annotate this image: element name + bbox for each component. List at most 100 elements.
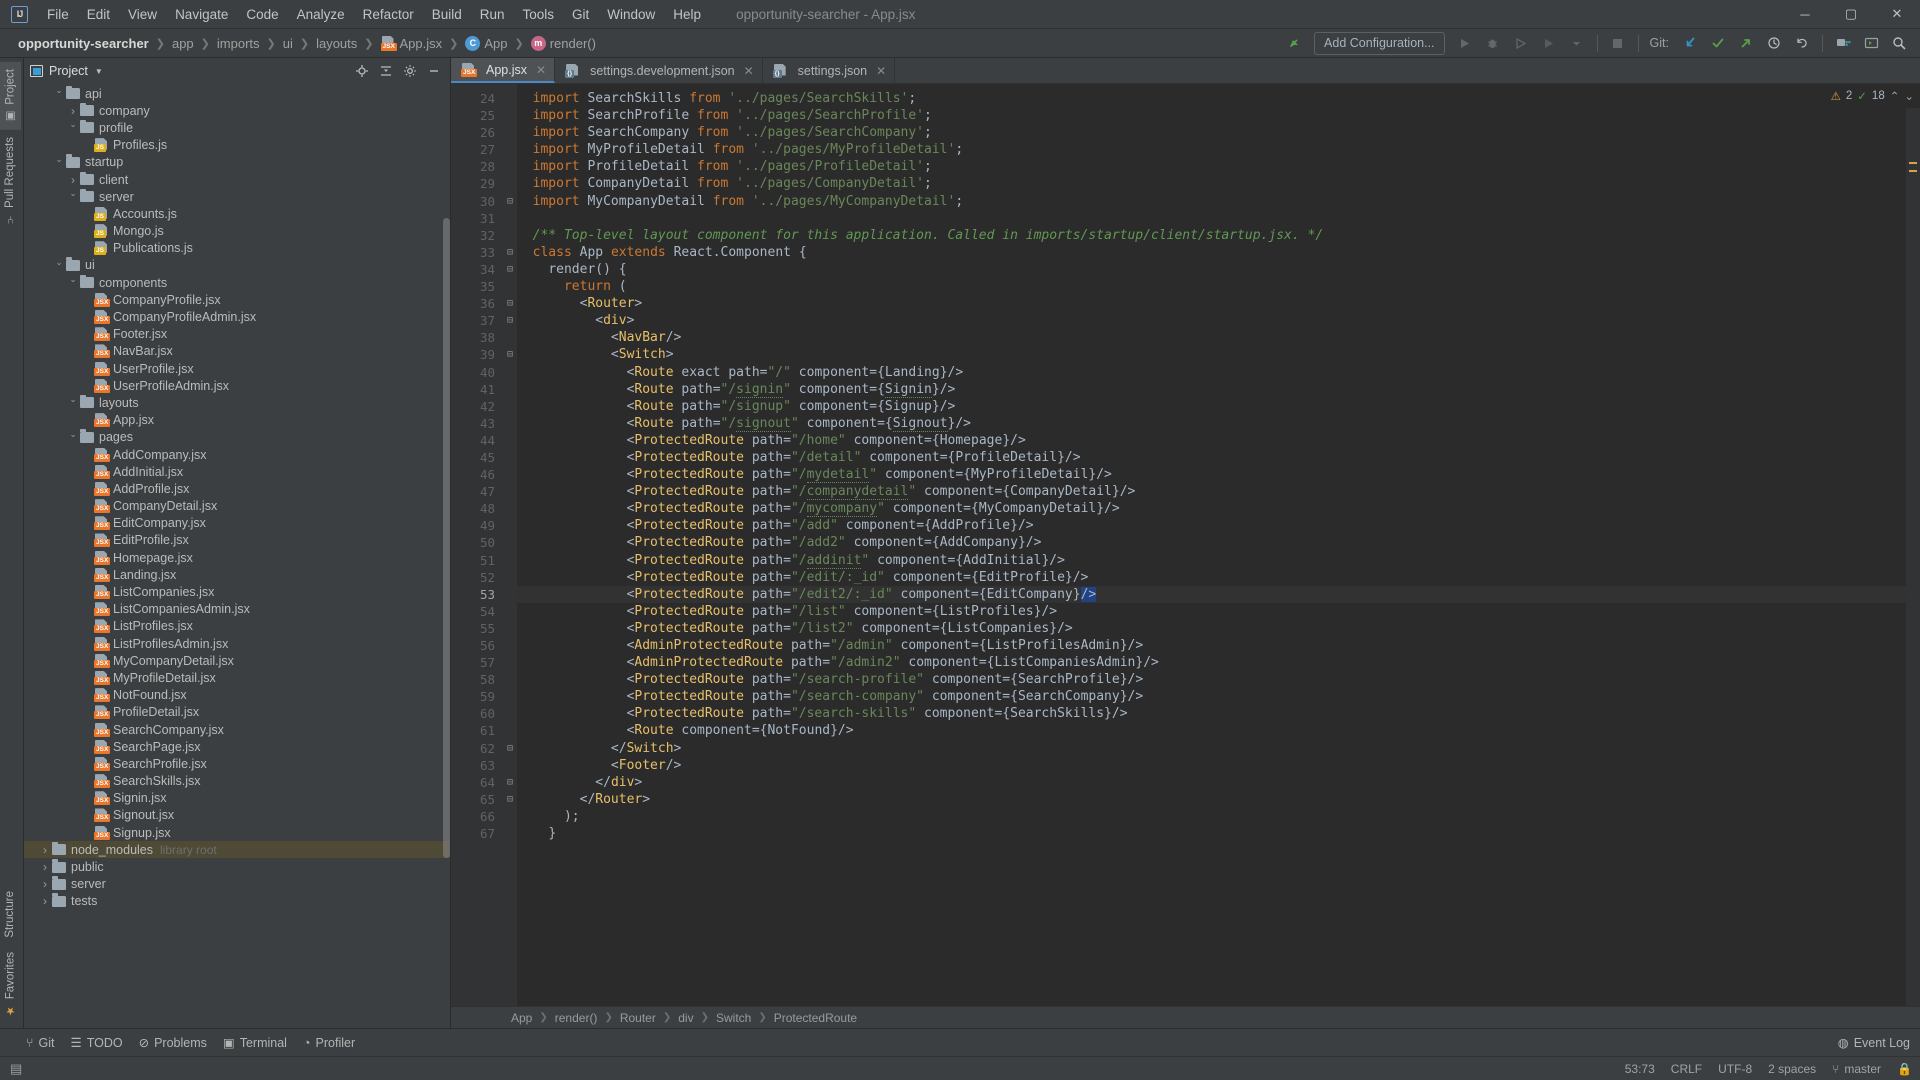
code-line[interactable]: <Route path="/signup" component={Signup}… <box>517 398 1906 415</box>
code-line[interactable]: <ProtectedRoute path="/search-company" c… <box>517 688 1906 705</box>
chevron-right-icon[interactable] <box>38 877 52 891</box>
sidebar-tab-structure[interactable]: Structure <box>0 884 20 945</box>
tree-node-listcompanies-jsx[interactable]: JSX ListCompanies.jsx <box>24 583 450 600</box>
tree-node-userprofileadmin-jsx[interactable]: JSX UserProfileAdmin.jsx <box>24 377 450 394</box>
fold-marker-icon[interactable]: ⊟ <box>503 244 517 261</box>
menu-window[interactable]: Window <box>598 3 664 26</box>
profile-icon[interactable] <box>1536 31 1562 55</box>
close-tab-icon[interactable]: ✕ <box>876 64 886 78</box>
breadcrumb-layouts[interactable]: layouts <box>316 36 357 51</box>
fold-marker-icon[interactable]: ⊟ <box>503 346 517 363</box>
chevron-right-icon[interactable] <box>38 894 52 908</box>
code-line[interactable]: <ProtectedRoute path="/edit2/:_id" compo… <box>517 585 1906 603</box>
tree-node-profiles-js[interactable]: JS Profiles.js <box>24 137 450 154</box>
editor-breadcrumb-item[interactable]: render() <box>555 1011 598 1025</box>
tree-node-homepage-jsx[interactable]: JSX Homepage.jsx <box>24 549 450 566</box>
add-configuration-button[interactable]: Add Configuration... <box>1314 31 1445 55</box>
tree-node-server[interactable]: server <box>24 188 450 205</box>
tree-node-myprofiledetail-jsx[interactable]: JSX MyProfileDetail.jsx <box>24 669 450 686</box>
hide-panel-icon[interactable] <box>423 61 444 82</box>
code-folding-strip[interactable]: ⊟ ⊟ ⊟ ⊟ ⊟ ⊟ ⊟ ⊟ ⊟ <box>503 84 517 1006</box>
close-tab-icon[interactable]: ✕ <box>536 63 546 77</box>
chevron-down-icon[interactable] <box>66 397 80 408</box>
tree-node-publications-js[interactable]: JS Publications.js <box>24 240 450 257</box>
fold-marker-icon[interactable]: ⊟ <box>503 261 517 278</box>
tool-window-git[interactable]: ⑂ Git <box>26 1036 55 1050</box>
code-line[interactable]: import CompanyDetail from '../pages/Comp… <box>517 175 1906 192</box>
close-tab-icon[interactable]: ✕ <box>744 64 754 78</box>
menu-analyze[interactable]: Analyze <box>288 3 354 26</box>
menu-edit[interactable]: Edit <box>78 3 119 26</box>
tree-node-companydetail-jsx[interactable]: JSX CompanyDetail.jsx <box>24 498 450 515</box>
sidebar-tab-pull-requests[interactable]: ⑂ Pull Requests <box>0 130 20 231</box>
code-line[interactable]: class App extends React.Component { <box>517 244 1906 261</box>
code-line[interactable]: import SearchCompany from '../pages/Sear… <box>517 124 1906 141</box>
project-structure-icon[interactable] <box>1830 31 1856 55</box>
tree-node-profiledetail-jsx[interactable]: JSX ProfileDetail.jsx <box>24 704 450 721</box>
inspection-widget[interactable]: ⚠ 2 ✓ 18 ⌃ ⌄ <box>1830 84 1920 108</box>
tree-node-addprofile-jsx[interactable]: JSX AddProfile.jsx <box>24 480 450 497</box>
tree-node-accounts-js[interactable]: JS Accounts.js <box>24 205 450 222</box>
tree-node-userprofile-jsx[interactable]: JSX UserProfile.jsx <box>24 360 450 377</box>
tree-node-editprofile-jsx[interactable]: JSX EditProfile.jsx <box>24 532 450 549</box>
fold-marker-icon[interactable]: ⊟ <box>503 295 517 312</box>
editor-tab-app-jsx[interactable]: JSX App.jsx ✕ <box>451 58 556 83</box>
fold-marker-icon[interactable]: ⊟ <box>503 740 517 757</box>
git-branch-widget[interactable]: ⑂ master <box>1832 1062 1881 1076</box>
code-line[interactable]: <ProtectedRoute path="/add2" component={… <box>517 534 1906 551</box>
code-line[interactable]: import ProfileDetail from '../pages/Prof… <box>517 158 1906 175</box>
sidebar-tab-favorites[interactable]: ★ Favorites <box>0 945 21 1024</box>
build-icon[interactable] <box>1858 31 1884 55</box>
code-line[interactable]: <Footer/> <box>517 757 1906 774</box>
tree-node-signup-jsx[interactable]: JSX Signup.jsx <box>24 824 450 841</box>
tree-node-layouts[interactable]: layouts <box>24 394 450 411</box>
search-everywhere-icon[interactable] <box>1886 31 1912 55</box>
code-line[interactable]: </Router> <box>517 791 1906 808</box>
pointer-icon[interactable] <box>1281 31 1307 55</box>
code-line[interactable]: <ProtectedRoute path="/add" component={A… <box>517 517 1906 534</box>
code-line[interactable]: <ProtectedRoute path="/list" component={… <box>517 603 1906 620</box>
tool-window-profiler[interactable]: ◔ Profiler <box>303 1036 355 1050</box>
code-line[interactable]: <Route path="/signout" component={Signou… <box>517 415 1906 432</box>
editor-tab-settings-development-json[interactable]: {} settings.development.json ✕ <box>555 58 763 83</box>
tree-node-addinitial-jsx[interactable]: JSX AddInitial.jsx <box>24 463 450 480</box>
chevron-down-icon[interactable] <box>1564 31 1590 55</box>
chevron-right-icon[interactable] <box>38 843 52 857</box>
update-project-icon[interactable] <box>1677 31 1703 55</box>
code-line[interactable]: </div> <box>517 774 1906 791</box>
menu-tools[interactable]: Tools <box>514 3 564 26</box>
tree-node-signin-jsx[interactable]: JSX Signin.jsx <box>24 790 450 807</box>
menu-view[interactable]: View <box>119 3 166 26</box>
chevron-down-icon[interactable]: ⌄ <box>1904 89 1914 103</box>
chevron-up-icon[interactable]: ⌃ <box>1890 89 1900 103</box>
code-line[interactable]: <ProtectedRoute path="/search-skills" co… <box>517 705 1906 722</box>
code-line[interactable]: <Route exact path="/" component={Landing… <box>517 364 1906 381</box>
code-line[interactable]: <ProtectedRoute path="/edit/:_id" compon… <box>517 569 1906 586</box>
code-line[interactable]: <Switch> <box>517 346 1906 363</box>
code-line[interactable]: <ProtectedRoute path="/mycompany" compon… <box>517 500 1906 518</box>
fold-marker-icon[interactable]: ⊟ <box>503 774 517 791</box>
tree-node-ui[interactable]: ui <box>24 257 450 274</box>
breadcrumb-method[interactable]: render() <box>550 36 596 51</box>
menu-refactor[interactable]: Refactor <box>354 3 423 26</box>
file-encoding[interactable]: UTF-8 <box>1718 1062 1752 1076</box>
tree-node-landing-jsx[interactable]: JSX Landing.jsx <box>24 566 450 583</box>
code-editor[interactable]: 24 25 26 27 28 29 30 31 32 33 34 35 36 37 38 39 40 41 42 43… <box>451 84 1920 1006</box>
code-line[interactable]: <ProtectedRoute path="/list2" component=… <box>517 620 1906 637</box>
error-stripe[interactable] <box>1906 84 1920 1006</box>
code-line[interactable]: import SearchSkills from '../pages/Searc… <box>517 90 1906 107</box>
tool-window-problems[interactable]: ⊘ Problems <box>139 1035 207 1051</box>
tree-node-mongo-js[interactable]: JS Mongo.js <box>24 223 450 240</box>
memory-indicator-icon[interactable]: ▤ <box>10 1061 22 1077</box>
code-line[interactable]: <AdminProtectedRoute path="/admin" compo… <box>517 637 1906 654</box>
code-line[interactable]: <ProtectedRoute path="/home" component={… <box>517 432 1906 449</box>
caret-position[interactable]: 53:73 <box>1625 1062 1655 1076</box>
close-button[interactable]: ✕ <box>1874 0 1920 29</box>
code-line[interactable]: <NavBar/> <box>517 329 1906 346</box>
project-file-tree[interactable]: api company profile JS Profiles.js startup cli… <box>24 84 450 1028</box>
indent-setting[interactable]: 2 spaces <box>1768 1062 1816 1076</box>
code-line[interactable]: <Router> <box>517 295 1906 312</box>
debug-icon[interactable] <box>1480 31 1506 55</box>
tree-node-profile[interactable]: profile <box>24 119 450 136</box>
menu-help[interactable]: Help <box>664 3 710 26</box>
